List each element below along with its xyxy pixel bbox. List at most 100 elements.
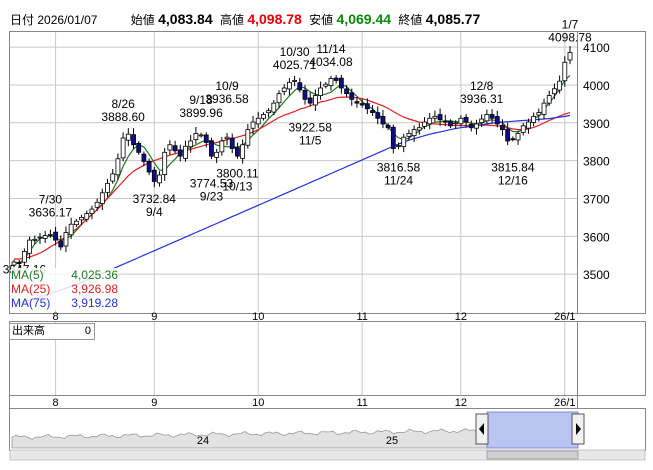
annotation-value: 4034.08 bbox=[309, 55, 353, 69]
navigator-scroll-thumb[interactable] bbox=[486, 450, 579, 460]
annotation-value: 4098.78 bbox=[548, 31, 592, 45]
annotation-value: 3816.58 bbox=[377, 160, 421, 174]
candle-body bbox=[42, 235, 48, 239]
candle-body bbox=[224, 136, 230, 140]
candle-body bbox=[120, 137, 126, 159]
candle-body bbox=[515, 133, 521, 141]
candle-body bbox=[302, 89, 308, 100]
annotation-value: 3888.60 bbox=[101, 110, 145, 124]
candle-body bbox=[526, 121, 531, 129]
candle-body bbox=[328, 78, 334, 86]
candle-body bbox=[385, 124, 391, 129]
candle-body bbox=[281, 87, 287, 92]
candle-body bbox=[292, 80, 297, 82]
annotation-value: 3936.58 bbox=[205, 92, 249, 106]
volume-value: 0 bbox=[84, 325, 91, 337]
candle-body bbox=[338, 77, 344, 89]
candle-body bbox=[235, 147, 240, 157]
candle-body bbox=[261, 114, 266, 119]
candle-body bbox=[427, 117, 433, 125]
candle-body bbox=[333, 77, 339, 81]
candle-body bbox=[198, 134, 204, 137]
candle-body bbox=[458, 117, 464, 125]
candle-body bbox=[453, 122, 459, 125]
volume-legend: 出来高 0 bbox=[9, 323, 95, 340]
navigator[interactable]: 24 25 bbox=[9, 411, 646, 461]
candle-body bbox=[406, 133, 412, 137]
candle-body bbox=[84, 213, 90, 220]
candle-body bbox=[214, 151, 220, 158]
x-axis: 8 8 9 9 10 10 11 11 12 12 26/1 26/1 bbox=[53, 311, 576, 409]
annotation-value: 3732.84 bbox=[133, 192, 177, 206]
candle-body bbox=[146, 161, 152, 173]
navigator-right-handle[interactable] bbox=[571, 413, 585, 445]
annotation-date: 12/8 bbox=[470, 79, 494, 93]
annotation-date: 7/30 bbox=[39, 193, 63, 207]
candle-body bbox=[432, 115, 438, 119]
candle-body bbox=[136, 142, 142, 153]
candle-body bbox=[141, 153, 147, 162]
candle-body bbox=[396, 145, 401, 147]
candle-body bbox=[307, 97, 313, 104]
candle-body bbox=[203, 134, 209, 143]
candle-body bbox=[58, 240, 64, 248]
candle-body bbox=[172, 145, 178, 152]
candle-body bbox=[370, 110, 375, 113]
candle-body bbox=[437, 114, 443, 121]
candle-body bbox=[484, 114, 490, 122]
chart-canvas[interactable]: 3500360037003800390040004100 88991010111… bbox=[0, 0, 653, 470]
candle-body bbox=[474, 123, 479, 129]
candle-body bbox=[442, 120, 448, 123]
candle-body bbox=[37, 236, 43, 239]
x-tick-label: 26/1 bbox=[554, 311, 575, 323]
candle-body bbox=[250, 121, 256, 129]
candle-body bbox=[552, 88, 557, 95]
candle-body bbox=[63, 232, 69, 247]
candle-body bbox=[115, 158, 121, 176]
annotation-value: 3922.58 bbox=[288, 120, 332, 134]
annotation-value: 3800.11 bbox=[216, 167, 259, 181]
candle-body bbox=[94, 201, 100, 208]
candle-body bbox=[99, 192, 105, 205]
legend-ma5: MA(5) 4,025.36 bbox=[11, 268, 118, 282]
candle-body bbox=[359, 103, 365, 106]
annotation-value: 3899.96 bbox=[179, 106, 223, 120]
annotation-date: 10/13 bbox=[222, 180, 252, 194]
candle-body bbox=[344, 88, 349, 95]
annotation-date: 9/4 bbox=[146, 205, 163, 219]
candle-body bbox=[416, 127, 422, 131]
candle-body bbox=[349, 92, 355, 100]
x-tick-label-bottom: 26/1 bbox=[554, 397, 575, 409]
candle-body bbox=[364, 103, 370, 110]
candle-body bbox=[193, 133, 199, 141]
annotation-value: 3636.17 bbox=[29, 206, 73, 220]
ma-legend: MA(5) 4,025.36 MA(25) 3,926.98 MA(75) 3,… bbox=[11, 268, 118, 310]
candle-body bbox=[125, 133, 131, 141]
candle-body bbox=[463, 116, 469, 123]
date-axis-frame bbox=[9, 395, 578, 409]
candle-body bbox=[131, 134, 136, 146]
candle-body bbox=[240, 144, 246, 159]
candle-body bbox=[567, 52, 573, 61]
x-tick-label: 8 bbox=[53, 311, 59, 323]
candle-body bbox=[489, 114, 495, 119]
candle-body bbox=[479, 118, 485, 123]
candle-body bbox=[520, 125, 526, 133]
x-tick-label-bottom: 10 bbox=[252, 397, 264, 409]
legend-ma25: MA(25) 3,926.98 bbox=[11, 282, 118, 296]
annotation-date: 1/7 bbox=[562, 18, 579, 32]
legend-ma75: MA(75) 3,919.28 bbox=[11, 296, 118, 310]
candle-body bbox=[27, 239, 32, 254]
navigator-left-handle[interactable] bbox=[475, 413, 489, 445]
annotation-date: 9/23 bbox=[200, 189, 224, 203]
x-tick-label-bottom: 11 bbox=[356, 397, 367, 409]
candle-body bbox=[318, 87, 323, 96]
candle-body bbox=[79, 217, 84, 221]
candle-body bbox=[245, 129, 251, 146]
candle-body bbox=[255, 117, 261, 125]
candle-body bbox=[531, 115, 537, 123]
candle-body bbox=[167, 144, 173, 151]
y-axis: 3500360037003800390040004100 bbox=[583, 41, 610, 282]
candle-body bbox=[271, 102, 277, 113]
y-tick-label: 3700 bbox=[583, 192, 610, 206]
